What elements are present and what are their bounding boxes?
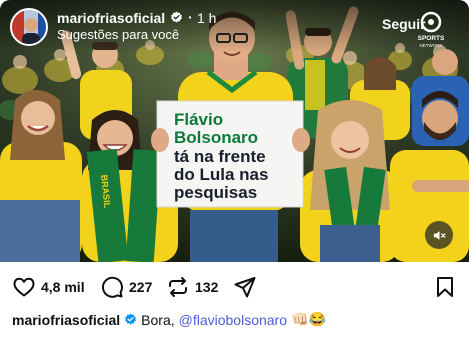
share-button[interactable] <box>233 275 257 299</box>
muted-speaker-icon <box>433 230 445 240</box>
svg-text:SPORTS: SPORTS <box>418 35 445 42</box>
mute-button[interactable] <box>425 221 453 249</box>
caption-text: Bora, <box>141 311 175 328</box>
sports-network-logo: SPORTS NETWORK <box>415 10 447 50</box>
caption-username[interactable]: mariofriasoficial <box>12 312 120 328</box>
like-button[interactable]: 4,8 mil <box>12 275 85 299</box>
verified-badge-icon <box>171 11 182 23</box>
repost-count: 132 <box>195 279 219 295</box>
avatar[interactable] <box>10 8 48 46</box>
repost-icon <box>169 277 187 297</box>
repost-button[interactable]: 132 <box>166 275 218 299</box>
comment-button[interactable]: 227 <box>100 275 152 299</box>
heart-icon <box>13 277 35 297</box>
comment-count: 227 <box>129 279 153 295</box>
comment-icon <box>101 276 123 298</box>
bookmark-icon <box>437 277 453 297</box>
svg-text:NETWORK: NETWORK <box>420 43 443 48</box>
share-icon <box>234 277 256 298</box>
post-time: 1 h <box>197 10 217 26</box>
post-username[interactable]: mariofriasoficial <box>57 10 165 26</box>
caption-mention-link[interactable]: @flaviobolsonaro <box>179 312 287 328</box>
suggested-label: Sugestões para você <box>57 27 180 42</box>
sign-name-line1: Flávio <box>174 110 223 129</box>
like-count: 4,8 mil <box>41 279 85 295</box>
action-bar: 4,8 mil 227 132 <box>0 266 469 306</box>
sign-name-line2: Bolsonaro <box>174 128 258 147</box>
post-media[interactable]: BRASIL Flávio Bolsonaro tá na frente do … <box>0 0 469 262</box>
save-button[interactable] <box>433 275 457 299</box>
caption-emoji: 👊🏻😂 <box>291 311 326 327</box>
sign-body-line3: pesquisas <box>174 183 257 202</box>
protest-sign: Flávio Bolsonaro tá na frente do Lula na… <box>151 100 310 208</box>
sign-body-line2: do Lula nas <box>174 165 268 184</box>
verified-badge-icon <box>125 313 137 325</box>
separator-dot: · <box>188 9 193 25</box>
sign-body-line1: tá na frente <box>174 147 266 166</box>
caption: mariofriasoficial Bora, @flaviobolsonaro… <box>12 311 326 328</box>
